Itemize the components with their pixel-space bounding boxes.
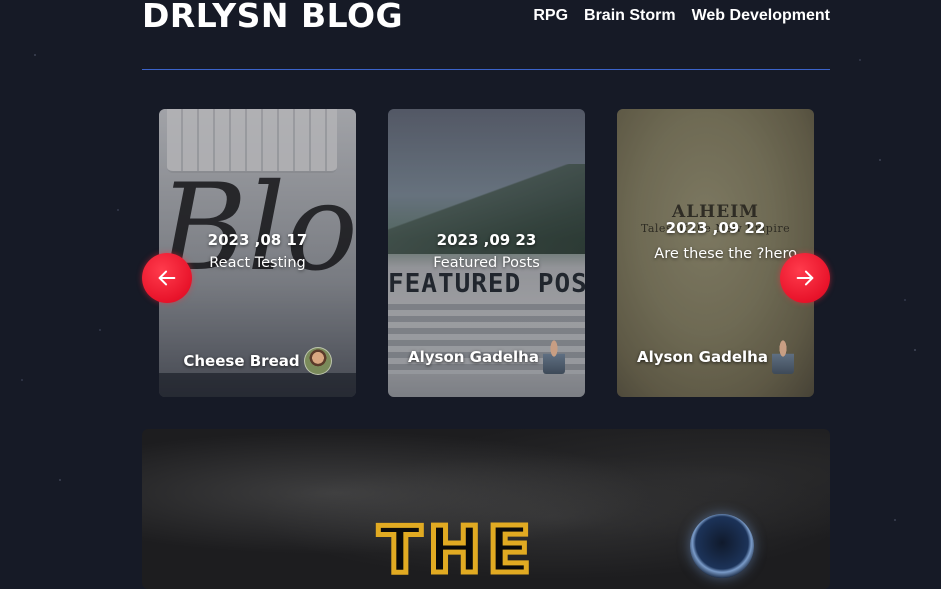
main-nav: RPG Brain Storm Web Development: [533, 7, 830, 25]
posts-carousel: Blog 2023 ,08 17 React Testing Cheese Br…: [142, 109, 830, 397]
site-header: DRLYSN BLOG RPG Brain Storm Web Developm…: [142, 0, 830, 40]
post-author: Alyson Gadelha: [617, 340, 814, 374]
post-title: Are these the ?hero: [654, 246, 797, 262]
nav-item-web-development[interactable]: Web Development: [692, 7, 830, 25]
header-divider: [142, 69, 830, 70]
post-date: 2023 ,09 23: [436, 231, 537, 249]
author-avatar: [303, 347, 332, 375]
post-card[interactable]: ALHEIM Tales of the New Empire 2023 ,09 …: [617, 109, 814, 397]
banner-title: THE: [376, 514, 537, 588]
author-name: Alyson Gadelha: [637, 348, 768, 366]
post-card[interactable]: Blog 2023 ,08 17 React Testing Cheese Br…: [159, 109, 356, 397]
post-card[interactable]: FEATURED POSTS 2023 ,09 23 Featured Post…: [388, 109, 585, 397]
post-title: Featured Posts: [433, 255, 540, 271]
post-date: 2023 ,09 22: [665, 219, 766, 237]
planet-image: [690, 514, 754, 578]
site-title[interactable]: DRLYSN BLOG: [142, 0, 403, 35]
arrow-left-icon: [158, 270, 176, 286]
arrow-right-icon: [796, 270, 814, 286]
featured-banner[interactable]: THE: [142, 429, 830, 589]
post-date: 2023 ,08 17: [207, 231, 308, 249]
nav-item-brain-storm[interactable]: Brain Storm: [584, 7, 676, 25]
post-author: Cheese Bread: [159, 347, 356, 375]
nav-item-rpg[interactable]: RPG: [533, 7, 568, 25]
post-author: Alyson Gadelha: [388, 340, 585, 374]
author-avatar: [771, 340, 794, 374]
carousel-prev-button[interactable]: [142, 253, 192, 303]
author-avatar: [542, 340, 565, 374]
carousel-next-button[interactable]: [780, 253, 830, 303]
author-name: Alyson Gadelha: [408, 348, 539, 366]
author-name: Cheese Bread: [183, 352, 300, 370]
